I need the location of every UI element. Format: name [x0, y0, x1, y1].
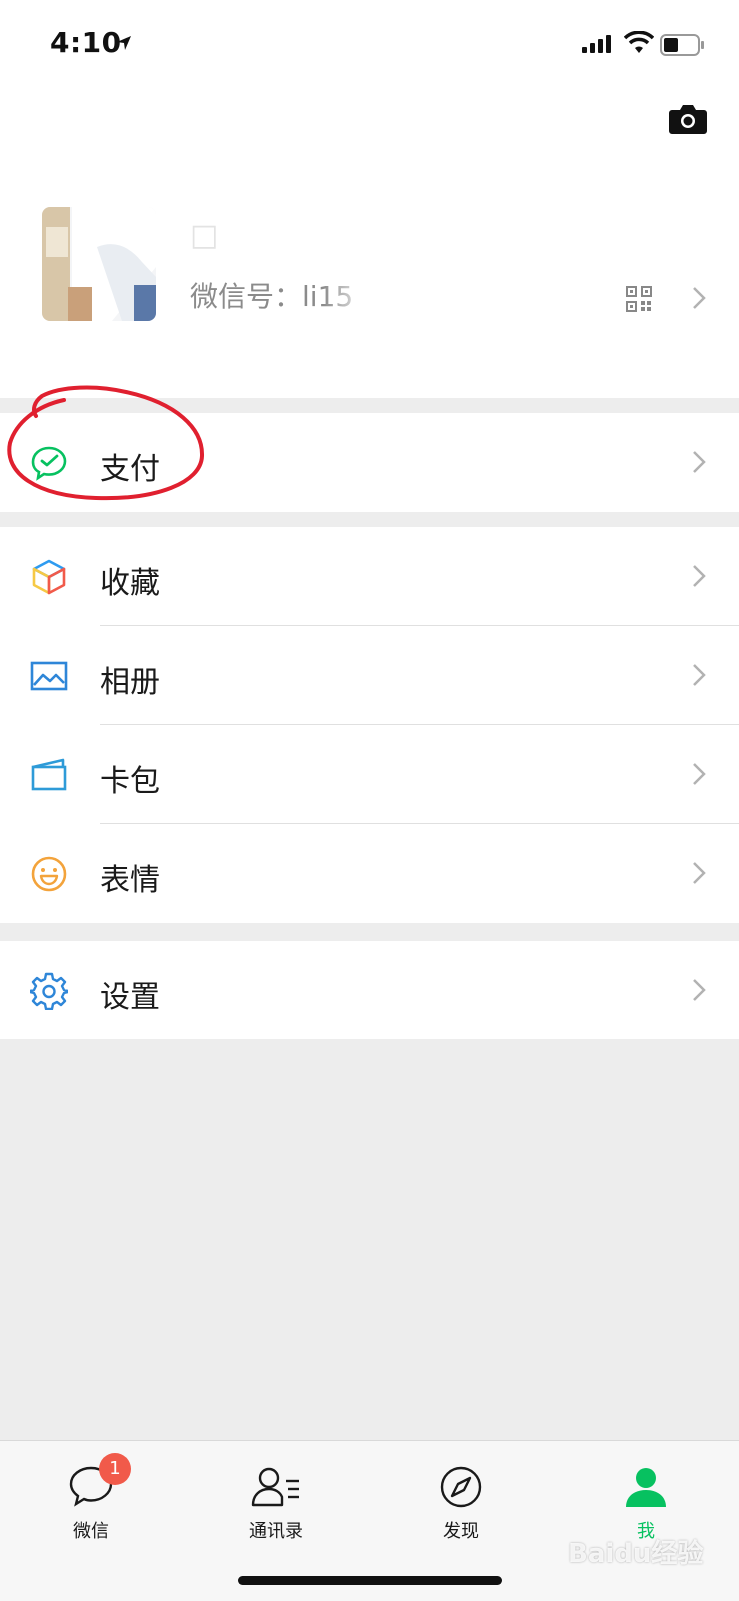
- main-menu-group: 收藏 相册 卡包 表情: [0, 527, 739, 923]
- menu-label-cards: 卡包: [100, 764, 160, 799]
- menu-item-cards[interactable]: 卡包: [0, 725, 739, 824]
- nickname: □: [190, 218, 219, 253]
- menu-item-favorites[interactable]: 收藏: [0, 527, 739, 626]
- album-picture-icon: [30, 661, 68, 691]
- compass-icon: [440, 1466, 482, 1508]
- tab-chats[interactable]: 1 微信: [31, 1453, 151, 1545]
- gear-icon: [30, 972, 68, 1010]
- location-arrow-icon: [117, 36, 131, 50]
- menu-item-stickers[interactable]: 表情: [0, 824, 739, 923]
- tab-discover[interactable]: 发现: [401, 1455, 521, 1545]
- pay-group: 支付: [0, 413, 739, 512]
- home-indicator[interactable]: [238, 1576, 502, 1585]
- favorites-cube-icon: [32, 559, 66, 595]
- baidu-watermark: Baidu经验: [568, 1539, 704, 1569]
- menu-label-album: 相册: [100, 665, 160, 700]
- wechat-id-row: 微信号：li15: [190, 275, 434, 315]
- chevron-right-icon: [693, 287, 706, 309]
- menu-label-pay: 支付: [100, 452, 160, 487]
- tab-me[interactable]: 我: [586, 1455, 706, 1545]
- menu-label-favorites: 收藏: [100, 566, 160, 601]
- camera-icon[interactable]: [669, 102, 707, 134]
- card-wallet-icon: [31, 758, 67, 791]
- redaction-blur: [323, 283, 434, 313]
- person-icon: [626, 1468, 666, 1507]
- chevron-right-icon: [693, 664, 706, 686]
- settings-group: 设置: [0, 941, 739, 1039]
- cellular-signal-icon: [582, 35, 611, 53]
- contacts-icon: [251, 1467, 299, 1507]
- tab-label-contacts: 通讯录: [249, 1521, 303, 1542]
- status-bar: 4:10: [0, 0, 739, 90]
- menu-item-album[interactable]: 相册: [0, 626, 739, 725]
- wechat-pay-icon: [31, 446, 67, 481]
- tab-label-chats: 微信: [73, 1521, 109, 1542]
- chevron-right-icon: [693, 763, 706, 785]
- menu-label-stickers: 表情: [100, 863, 160, 898]
- status-time: 4:10: [50, 26, 122, 59]
- chevron-right-icon: [693, 862, 706, 884]
- chevron-right-icon: [693, 979, 706, 1001]
- profile-header[interactable]: □ 微信号：li15: [0, 90, 739, 398]
- wechat-id-label: 微信号：: [190, 280, 303, 313]
- unread-badge: 1: [99, 1453, 131, 1485]
- tab-label-discover: 发现: [443, 1521, 479, 1542]
- chevron-right-icon: [693, 451, 706, 473]
- menu-item-settings[interactable]: 设置: [0, 941, 739, 1039]
- tab-contacts[interactable]: 通讯录: [216, 1455, 336, 1545]
- menu-label-settings: 设置: [100, 980, 160, 1015]
- battery-icon: [660, 34, 704, 56]
- qr-code-icon[interactable]: [626, 286, 652, 312]
- smiley-icon: [31, 856, 67, 892]
- avatar[interactable]: [42, 207, 156, 321]
- wifi-icon: [624, 31, 654, 53]
- chevron-right-icon: [693, 565, 706, 587]
- menu-item-pay[interactable]: 支付: [0, 413, 739, 512]
